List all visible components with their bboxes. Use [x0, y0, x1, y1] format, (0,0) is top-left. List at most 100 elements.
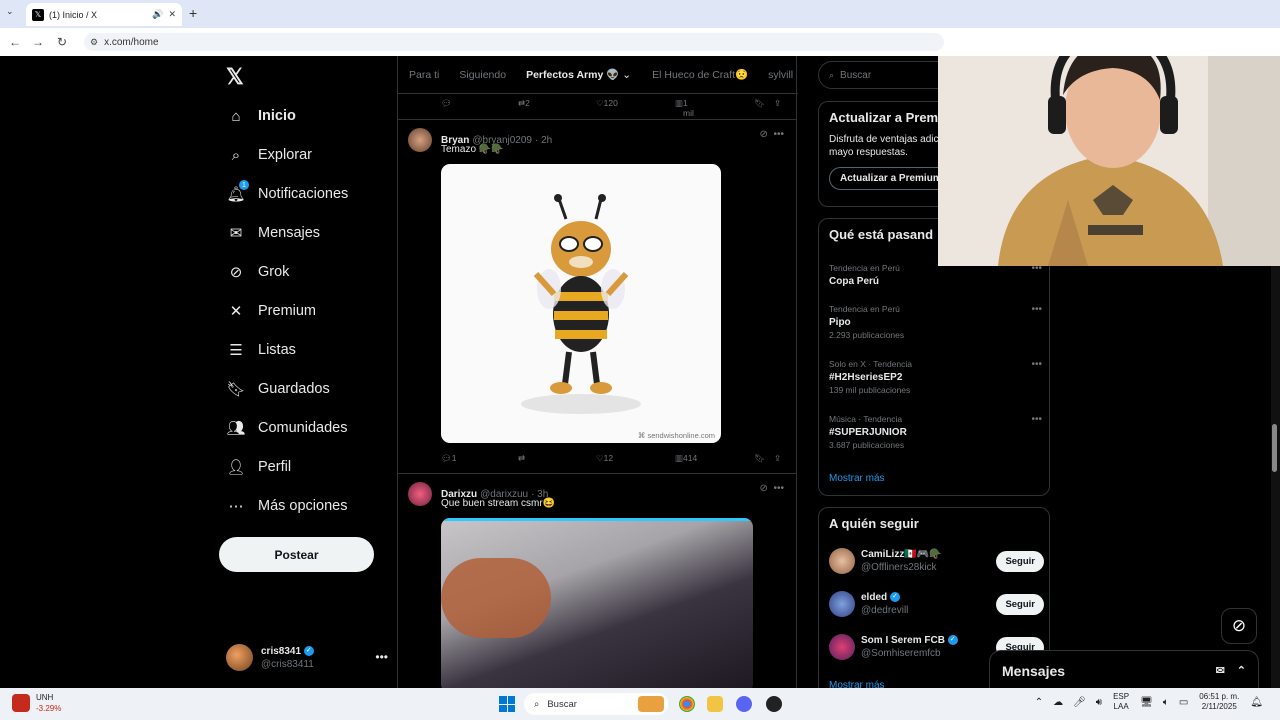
language-indicator[interactable]: ESP LAA — [1113, 692, 1129, 712]
follow-button[interactable]: Seguir — [996, 593, 1044, 615]
trend-item[interactable]: Tendencia en Perú Pipo 2.293 publicacion… — [829, 303, 1044, 342]
grok-floating-button[interactable]: ⊘ — [1221, 608, 1257, 644]
share-icon[interactable]: ⇪ — [774, 453, 781, 464]
browser-tab[interactable]: 𝕏 (1) Inicio / X 🔊 ✕ — [26, 3, 182, 26]
trend-item[interactable]: Solo en X · Tendencia #H2HseriesEP2 139 … — [829, 358, 1044, 397]
more-icon[interactable]: ••• — [1031, 413, 1042, 426]
nav-label: Explorar — [258, 147, 312, 163]
start-button[interactable] — [499, 696, 515, 712]
grok-icon[interactable]: ⊘ — [760, 483, 768, 494]
tab-list-icon[interactable]: ⌄ — [6, 6, 14, 17]
divider — [398, 473, 796, 474]
bookmark-icon: 🔖︎ — [226, 381, 246, 398]
trend-item[interactable]: Música · Tendencia #SUPERJUNIOR 3.687 pu… — [829, 413, 1044, 452]
chevron-down-icon[interactable]: ⌄ — [622, 69, 631, 81]
post-button[interactable]: Postear — [219, 537, 374, 572]
speaker-icon[interactable]: 🔈︎ — [1163, 697, 1169, 708]
nav-mas-opciones[interactable]: ⋯ Más opciones — [226, 496, 348, 516]
grok-icon[interactable]: ⊘ — [760, 129, 768, 140]
avatar — [226, 644, 253, 671]
bookmark-icon[interactable]: 🔖︎ — [754, 453, 765, 464]
tweet-media-video[interactable] — [441, 518, 753, 688]
chevron-up-icon[interactable]: ⌃ — [1035, 697, 1043, 708]
nav-mensajes[interactable]: ✉ Mensajes — [226, 223, 320, 243]
messages-dock[interactable]: Mensajes ✉ ⌃ — [989, 650, 1259, 688]
cloud-icon[interactable]: ☁ — [1053, 697, 1063, 708]
x-logo-icon[interactable]: 𝕏 — [226, 64, 244, 90]
upgrade-premium-button[interactable]: Actualizar a Premium — [829, 167, 953, 190]
volume-icon[interactable]: 🔊︎ — [1096, 697, 1102, 708]
tab-hueco-craft[interactable]: El Hueco de Craft😟 — [652, 68, 748, 81]
tab-siguiendo[interactable]: Siguiendo — [459, 69, 506, 81]
search-icon: ⌕ — [231, 146, 241, 164]
browser-tab-strip: ⌄ 𝕏 (1) Inicio / X 🔊 ✕ + — [0, 0, 1280, 28]
avatar[interactable] — [408, 128, 432, 152]
discord-icon[interactable] — [736, 696, 752, 712]
more-icon[interactable]: ••• — [1031, 358, 1042, 371]
nav-notificaciones[interactable]: 🔔︎ 1 Notificaciones — [226, 180, 349, 204]
new-message-icon[interactable]: ✉ — [1216, 664, 1225, 677]
nav-label: Listas — [258, 342, 296, 358]
nav-grok[interactable]: ⊘ Grok — [226, 262, 290, 282]
scrollbar-thumb[interactable] — [1272, 424, 1277, 472]
battery-icon[interactable]: ▭ — [1179, 697, 1188, 708]
like-button[interactable]: ♡ 12 — [596, 453, 613, 464]
nav-inicio[interactable]: ⌂ Inicio — [226, 106, 296, 126]
nav-premium[interactable]: ✕ Premium — [226, 301, 316, 321]
nav-perfil[interactable]: 👤︎ Perfil — [226, 457, 291, 477]
reply-button[interactable]: 💬︎ 1 — [441, 453, 457, 464]
system-tray: ⌃ ☁ 🎤︎ 🔊︎ ESP LAA 🖥︎ 🔈︎ ▭ 06:51 p. m. 2/11… — [1030, 692, 1268, 712]
nav-explorar[interactable]: ⌕ Explorar — [226, 145, 312, 165]
back-icon[interactable]: ← — [3, 35, 27, 49]
follow-suggestion[interactable]: CamiLizz🇲🇽🎮🪖 @Offliners28kick Seguir — [829, 548, 1044, 574]
more-icon[interactable]: ••• — [375, 650, 388, 664]
stock-icon — [12, 694, 30, 712]
stock-widget[interactable]: UNH -3.29% — [12, 692, 61, 714]
forward-icon[interactable]: → — [26, 35, 50, 49]
show-more-link[interactable]: Mostrar más — [829, 680, 885, 688]
more-icon[interactable]: ••• — [1031, 303, 1042, 316]
repost-button[interactable]: ⇄ 2 — [518, 98, 530, 109]
notification-bell-icon[interactable]: 🔔︎ — [1250, 697, 1263, 708]
follow-suggestion[interactable]: elded ✓ @dedrevill Seguir — [829, 591, 1044, 617]
expand-icon[interactable]: ⌃ — [1237, 664, 1246, 677]
clock[interactable]: 06:51 p. m. 2/11/2025 — [1199, 692, 1239, 712]
tab-para-ti[interactable]: Para ti — [409, 69, 439, 81]
obs-icon[interactable] — [766, 696, 782, 712]
follow-button[interactable]: Seguir — [996, 550, 1044, 572]
speaker-icon[interactable]: 🔊 — [152, 9, 163, 20]
file-explorer-icon[interactable] — [707, 696, 723, 712]
share-icon[interactable]: ⇪ — [774, 98, 781, 109]
reload-icon[interactable]: ↻ — [50, 35, 74, 49]
chrome-icon[interactable] — [679, 696, 695, 712]
bookmark-icon[interactable]: 🔖︎ — [754, 98, 765, 109]
network-icon[interactable]: 🖥︎ — [1140, 697, 1153, 708]
tab-sylvill[interactable]: sylvill — [768, 69, 793, 81]
site-info-icon[interactable]: ⚙ — [90, 37, 98, 48]
views-button[interactable]: ▥ 1 mil — [675, 98, 694, 118]
microphone-icon[interactable]: 🎤︎ — [1073, 697, 1086, 708]
divider — [398, 119, 796, 120]
nav-guardados[interactable]: 🔖︎ Guardados — [226, 379, 330, 399]
show-more-link[interactable]: Mostrar más — [829, 473, 885, 484]
tab-perfectos-army[interactable]: Perfectos Army 👽 — [526, 68, 619, 81]
views-button[interactable]: ▥ 414 — [675, 453, 697, 464]
tweet-media-gif[interactable]: ⌘ sendwishonline.com — [441, 164, 721, 443]
avatar[interactable] — [408, 482, 432, 506]
url-field[interactable]: ⚙ x.com/home — [84, 33, 944, 51]
nav-listas[interactable]: ☰ Listas — [226, 340, 296, 360]
repost-button[interactable]: ⇄ — [518, 453, 525, 464]
more-icon[interactable]: ••• — [773, 483, 784, 494]
nav-comunidades[interactable]: 👥︎ Comunidades — [226, 418, 347, 438]
new-tab-button[interactable]: + — [189, 5, 197, 21]
nav-label: Notificaciones — [258, 186, 349, 202]
close-icon[interactable]: ✕ — [168, 9, 176, 20]
more-icon[interactable]: ••• — [773, 129, 784, 140]
bell-icon: 🔔︎ 1 — [226, 180, 249, 204]
reply-icon[interactable]: 💬︎ — [441, 98, 452, 109]
nav-label: Guardados — [258, 381, 330, 397]
like-button[interactable]: ♡ 120 — [596, 98, 618, 109]
account-switcher[interactable]: cris8341 ✓ @cris83411 ••• — [226, 644, 388, 671]
widgets-icon[interactable] — [638, 696, 664, 712]
nav-label: Inicio — [258, 108, 296, 124]
